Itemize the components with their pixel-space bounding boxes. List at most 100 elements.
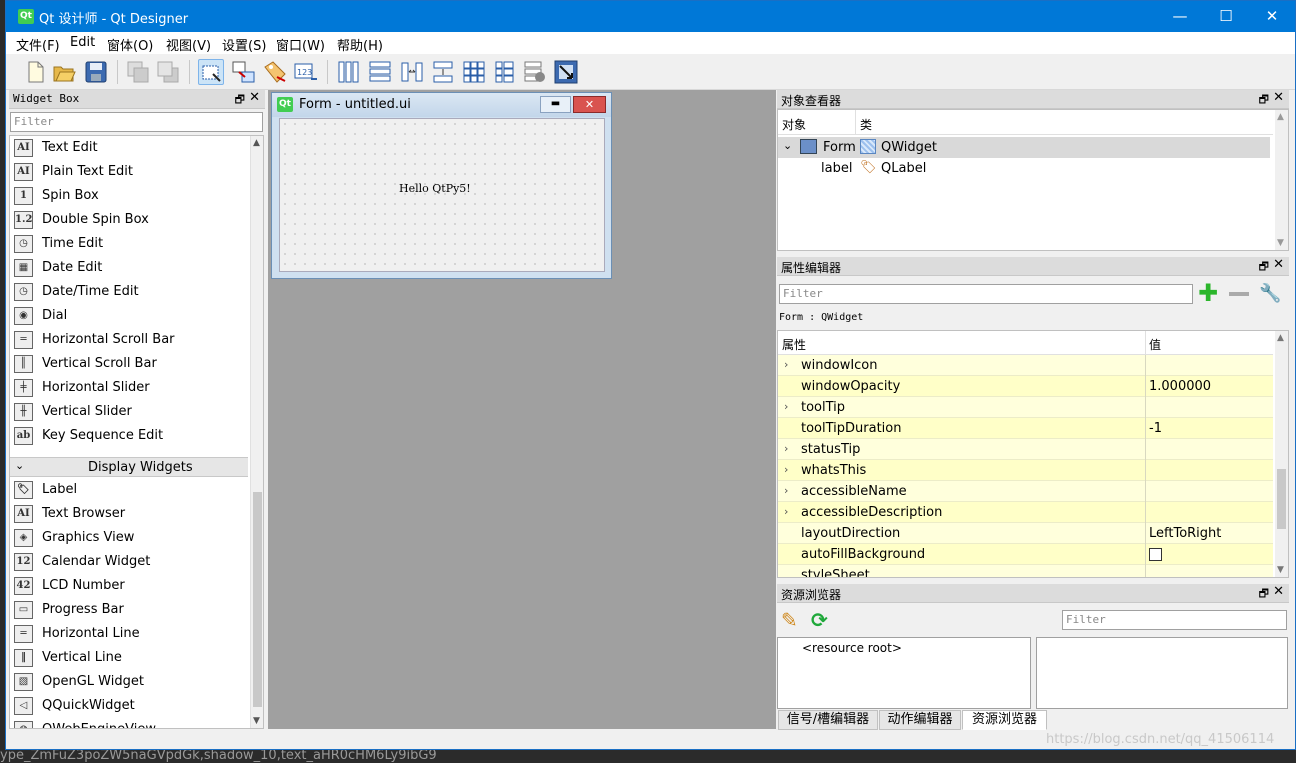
expand-arrow-icon[interactable]: › xyxy=(784,400,788,413)
column-object[interactable]: 对象 xyxy=(782,116,806,133)
dock-close-icon[interactable]: ✕ xyxy=(1273,584,1284,599)
dock-float-icon[interactable]: 🗗 xyxy=(1259,258,1269,277)
category-display-widgets[interactable]: ⌄ Display Widgets xyxy=(10,457,248,477)
widget-item-time-edit[interactable]: ◷ Time Edit xyxy=(10,232,248,256)
property-value[interactable]: LeftToRight xyxy=(1149,526,1221,541)
menu-form[interactable]: 窗体(O) xyxy=(107,35,153,54)
widget-item-qquickwidget[interactable]: ◁ QQuickWidget xyxy=(10,694,248,718)
dock-close-icon[interactable]: ✕ xyxy=(1273,90,1284,105)
column-class[interactable]: 类 xyxy=(860,116,872,133)
edit-signals-slots-icon[interactable] xyxy=(230,59,256,85)
bring-to-front-icon[interactable] xyxy=(155,59,181,85)
widget-item-lcd-number[interactable]: 42 LCD Number xyxy=(10,574,248,598)
maximize-button[interactable]: ☐ xyxy=(1203,1,1249,32)
dock-close-icon[interactable]: ✕ xyxy=(249,90,260,105)
reload-resources-icon[interactable]: ⟳ xyxy=(811,608,828,632)
menu-settings[interactable]: 设置(S) xyxy=(222,35,266,54)
dock-float-icon[interactable]: 🗗 xyxy=(235,91,245,110)
property-row-auto-fill-background[interactable]: autoFillBackground xyxy=(778,544,1273,565)
minimize-button[interactable]: — xyxy=(1157,1,1203,32)
widget-item-spin-box[interactable]: 1 Spin Box xyxy=(10,184,248,208)
property-row-accessible-description[interactable]: › accessibleDescription xyxy=(778,502,1273,523)
object-row-form[interactable]: ⌄ Form QWidget xyxy=(778,137,1270,158)
property-row-status-tip[interactable]: › statusTip xyxy=(778,439,1273,460)
open-folder-icon[interactable] xyxy=(51,59,77,85)
property-value[interactable]: -1 xyxy=(1149,421,1162,436)
menu-help[interactable]: 帮助(H) xyxy=(337,35,383,54)
widget-item-calendar-widget[interactable]: 12 Calendar Widget xyxy=(10,550,248,574)
tab-action-editor[interactable]: 动作编辑器 xyxy=(879,710,961,730)
form-window[interactable]: Qt Form - untitled.ui ▬ ✕ Hello QtPy5! xyxy=(271,92,612,279)
dock-float-icon[interactable]: 🗗 xyxy=(1259,91,1269,110)
menu-view[interactable]: 视图(V) xyxy=(166,35,211,54)
remove-property-icon[interactable] xyxy=(1229,292,1249,296)
property-row-accessible-name[interactable]: › accessibleName xyxy=(778,481,1273,502)
layout-horizontal-splitter-icon[interactable] xyxy=(399,59,425,85)
column-property[interactable]: 属性 xyxy=(782,336,806,353)
form-minimize-button[interactable]: ▬ xyxy=(540,96,571,113)
expand-arrow-icon[interactable]: › xyxy=(784,484,788,497)
layout-vertical-splitter-icon[interactable] xyxy=(430,59,456,85)
widget-item-qwebengineview[interactable]: ◍ QWebEngineView xyxy=(10,718,248,728)
send-to-back-icon[interactable] xyxy=(125,59,151,85)
property-grid-scrollbar[interactable]: ▲ ▼ xyxy=(1275,331,1288,577)
adjust-size-icon[interactable] xyxy=(553,59,579,85)
property-row-tool-tip-duration[interactable]: toolTipDuration -1 xyxy=(778,418,1273,439)
property-row-tool-tip[interactable]: › toolTip xyxy=(778,397,1273,418)
widget-item-horizontal-line[interactable]: ═ Horizontal Line xyxy=(10,622,248,646)
object-row-label[interactable]: label 🏷 QLabel xyxy=(778,158,1270,179)
widget-item-datetime-edit[interactable]: ◷ Date/Time Edit xyxy=(10,280,248,304)
save-icon[interactable] xyxy=(83,59,109,85)
widget-item-date-edit[interactable]: ▦ Date Edit xyxy=(10,256,248,280)
collapse-arrow-icon[interactable]: ⌄ xyxy=(783,139,792,152)
menu-window[interactable]: 窗口(W) xyxy=(276,35,325,54)
new-file-icon[interactable] xyxy=(22,59,48,85)
dock-float-icon[interactable]: 🗗 xyxy=(1259,585,1269,604)
widget-item-horizontal-scroll-bar[interactable]: ═ Horizontal Scroll Bar xyxy=(10,328,248,352)
form-body[interactable]: Hello QtPy5! xyxy=(279,118,605,272)
property-row-window-opacity[interactable]: windowOpacity 1.000000 xyxy=(778,376,1273,397)
property-filter-input[interactable]: Filter xyxy=(779,284,1193,304)
widget-item-double-spin-box[interactable]: 1.2 Double Spin Box xyxy=(10,208,248,232)
form-close-button[interactable]: ✕ xyxy=(573,96,606,113)
add-dynamic-property-icon[interactable]: ✚ xyxy=(1198,281,1218,305)
tab-signal-slot-editor[interactable]: 信号/槽编辑器 xyxy=(778,710,878,730)
hello-label[interactable]: Hello QtPy5! xyxy=(399,182,471,195)
edit-widgets-icon[interactable] xyxy=(198,59,224,85)
widget-item-vertical-line[interactable]: ‖ Vertical Line xyxy=(10,646,248,670)
resource-root-item[interactable]: <resource root> xyxy=(802,641,902,655)
dock-close-icon[interactable]: ✕ xyxy=(1273,257,1284,272)
widget-item-text-edit[interactable]: AI Text Edit xyxy=(10,136,248,160)
expand-arrow-icon[interactable]: › xyxy=(784,505,788,518)
widget-item-horizontal-slider[interactable]: ╪ Horizontal Slider xyxy=(10,376,248,400)
widget-item-opengl-widget[interactable]: ▧ OpenGL Widget xyxy=(10,670,248,694)
property-row-window-icon[interactable]: › windowIcon xyxy=(778,355,1273,376)
widget-item-text-browser[interactable]: AI Text Browser xyxy=(10,502,248,526)
property-value[interactable]: 1.000000 xyxy=(1149,379,1211,394)
edit-buddies-icon[interactable] xyxy=(262,59,288,85)
property-row-whats-this[interactable]: › whatsThis xyxy=(778,460,1273,481)
widget-item-vertical-slider[interactable]: ╫ Vertical Slider xyxy=(10,400,248,424)
tab-resource-browser[interactable]: 资源浏览器 xyxy=(962,710,1047,730)
edit-resources-pencil-icon[interactable]: ✎ xyxy=(781,608,798,632)
widget-item-graphics-view[interactable]: ◈ Graphics View xyxy=(10,526,248,550)
menu-edit[interactable]: Edit xyxy=(70,35,95,50)
widget-item-dial[interactable]: ◉ Dial xyxy=(10,304,248,328)
widget-list-scrollbar[interactable]: ▲ ▼ xyxy=(250,136,263,728)
widget-box-filter-input[interactable]: Filter xyxy=(10,112,263,132)
expand-arrow-icon[interactable]: › xyxy=(784,463,788,476)
property-row-style-sheet[interactable]: styleSheet xyxy=(778,565,1273,577)
layout-horizontal-icon[interactable] xyxy=(336,59,362,85)
auto-fill-checkbox[interactable] xyxy=(1149,548,1162,561)
widget-item-plain-text-edit[interactable]: AI Plain Text Edit xyxy=(10,160,248,184)
collapse-arrow-icon[interactable]: ⌄ xyxy=(15,459,24,472)
layout-vertical-icon[interactable] xyxy=(367,59,393,85)
widget-item-vertical-scroll-bar[interactable]: ║ Vertical Scroll Bar xyxy=(10,352,248,376)
edit-tab-order-icon[interactable]: 123 xyxy=(293,59,319,85)
expand-arrow-icon[interactable]: › xyxy=(784,442,788,455)
property-row-layout-direction[interactable]: layoutDirection LeftToRight xyxy=(778,523,1273,544)
layout-grid-icon[interactable] xyxy=(461,59,487,85)
object-tree-scrollbar[interactable]: ▲ ▼ xyxy=(1275,110,1288,250)
break-layout-icon[interactable] xyxy=(522,59,548,85)
resource-filter-input[interactable]: Filter xyxy=(1062,610,1287,630)
